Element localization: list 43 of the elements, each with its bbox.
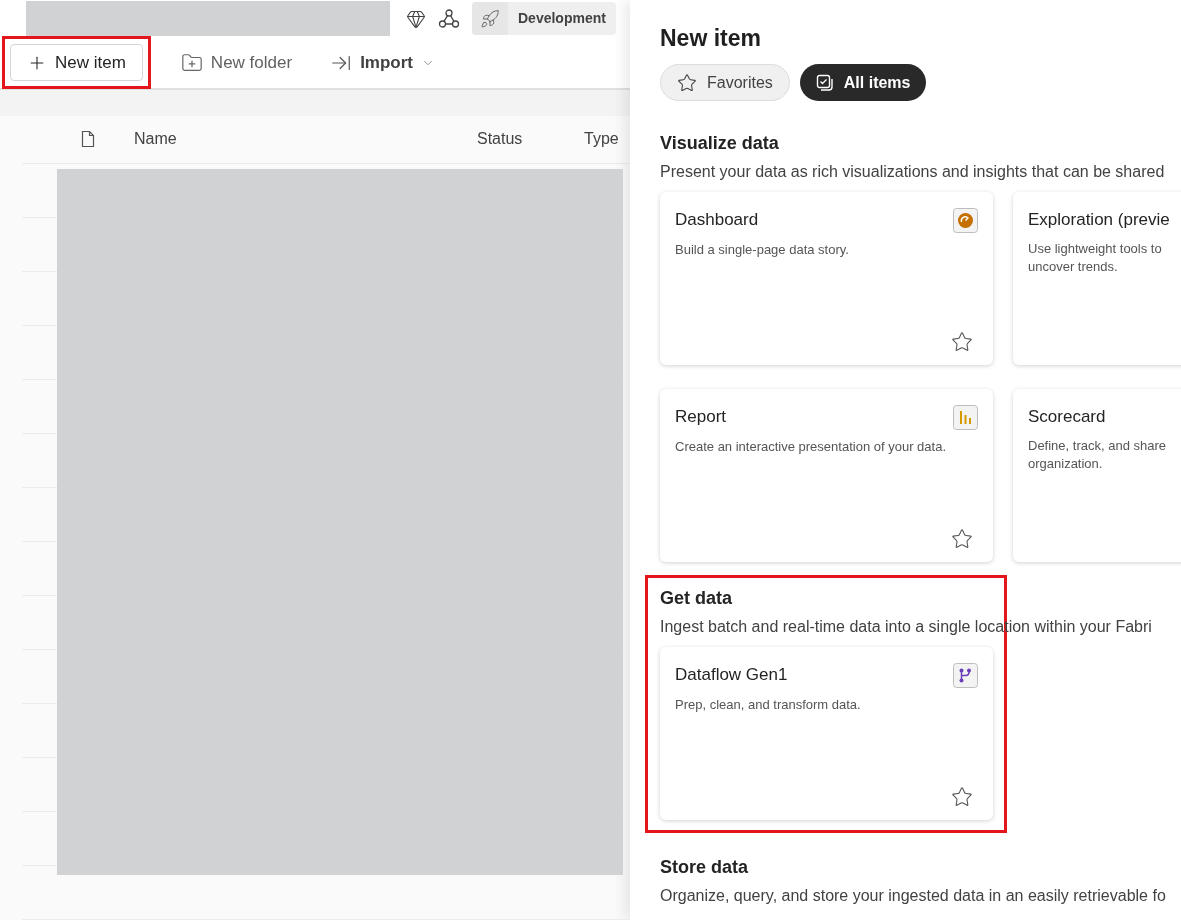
star-icon[interactable]: [951, 786, 973, 808]
card-title: Exploration (previe: [1028, 209, 1170, 231]
column-header[interactable]: Name: [134, 130, 177, 148]
branch-icon: [953, 663, 978, 688]
card-description: Build a single-page data story.: [675, 241, 850, 259]
filter-pill[interactable]: All items: [799, 64, 927, 101]
section-description: Organize, query, and store your ingested data in an easily retrievable fo: [660, 886, 1166, 906]
card-title: Report: [675, 406, 727, 428]
checkbox-stack-icon: [815, 73, 834, 92]
file-icon: [81, 130, 95, 149]
folder-plus-icon: [180, 51, 203, 74]
card-title: Dashboard: [675, 209, 759, 231]
bar-chart-icon: [953, 405, 978, 430]
new-folder-button[interactable]: New folder: [172, 44, 301, 82]
item-card[interactable]: Report Create an interactive presentation of your data.: [660, 389, 993, 562]
import-button[interactable]: Import: [322, 44, 443, 82]
new-item-button[interactable]: New item: [10, 44, 143, 82]
card-description: Create an interactive presentation of your data.: [675, 438, 947, 456]
panel-title: New item: [660, 24, 762, 52]
card-title: Dataflow Gen1: [675, 664, 788, 686]
item-card[interactable]: Scorecard Define, track, and share organization.: [1013, 389, 1181, 562]
star-icon[interactable]: [951, 528, 973, 550]
diamond-icon[interactable]: [406, 8, 426, 29]
card-description: Use lightweight tools to uncover trends.: [1028, 240, 1163, 276]
network-icon[interactable]: [438, 7, 460, 30]
filter-pill[interactable]: Favorites: [660, 64, 790, 101]
item-card[interactable]: Exploration (previe Use lightweight tools to uncover trends.: [1013, 192, 1181, 365]
workspace-badge[interactable]: Development: [472, 2, 616, 36]
star-icon[interactable]: [951, 331, 973, 353]
card-description: Prep, clean, and transform data.: [675, 696, 862, 714]
section-title: Get data: [660, 587, 734, 610]
column-header[interactable]: Type: [584, 127, 619, 152]
item-card[interactable]: Dataflow Gen1 Prep, clean, and transform data.: [660, 647, 993, 820]
column-header[interactable]: Status: [477, 130, 523, 148]
section-title: Visualize data: [660, 132, 780, 155]
star-icon: [677, 72, 697, 93]
card-title: Scorecard: [1028, 406, 1106, 428]
section-title: Store data: [660, 856, 750, 879]
section-description: Present your data as rich visualizations and insights that can be shared: [660, 162, 1165, 182]
rocket-icon: [480, 8, 500, 29]
item-card[interactable]: Dashboard Build a single-page data story.: [660, 192, 993, 365]
card-description: Define, track, and share organization.: [1028, 437, 1168, 473]
gauge-icon: [953, 208, 978, 233]
